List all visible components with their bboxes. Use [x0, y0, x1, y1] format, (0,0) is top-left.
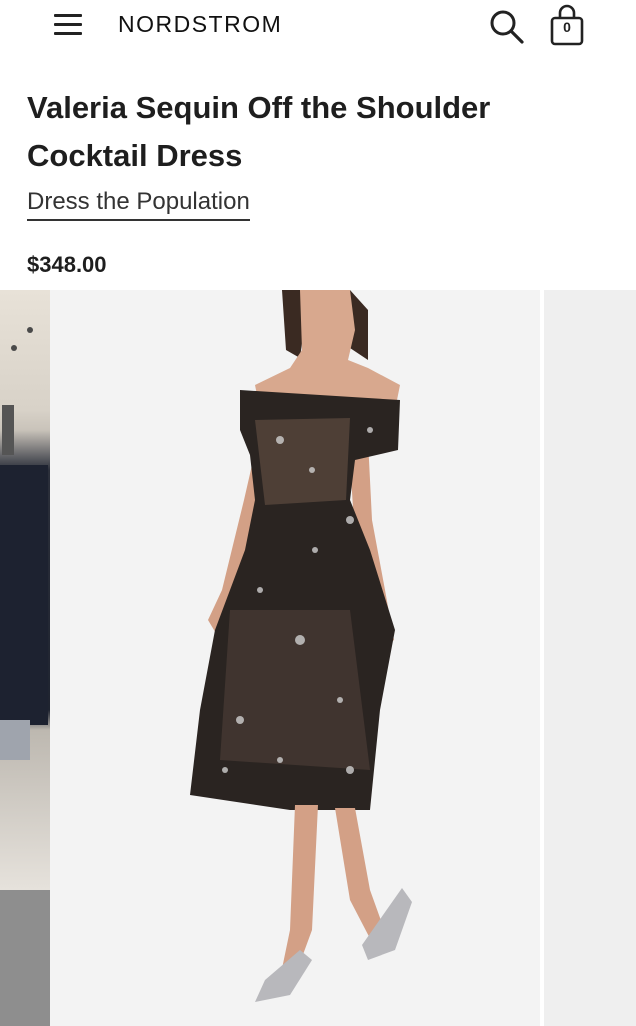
- nordstrom-logo[interactable]: NORDSTROM: [118, 11, 282, 38]
- product-title: Valeria Sequin Off the Shoulder Cocktail…: [27, 90, 491, 173]
- store-preview-image[interactable]: [0, 290, 50, 1026]
- product-image-carousel[interactable]: [0, 290, 636, 1026]
- dress-model-image[interactable]: [50, 290, 540, 1026]
- next-preview-image[interactable]: [544, 290, 636, 1026]
- brand-link[interactable]: Dress the Population: [27, 187, 250, 221]
- shopping-bag-button[interactable]: 0: [548, 4, 586, 48]
- hamburger-menu-icon[interactable]: [50, 8, 88, 42]
- top-nav-bar: NORDSTROM 0: [0, 0, 636, 56]
- bag-count-badge: 0: [563, 19, 571, 35]
- product-price: $348.00: [27, 252, 107, 277]
- search-icon[interactable]: [486, 6, 526, 46]
